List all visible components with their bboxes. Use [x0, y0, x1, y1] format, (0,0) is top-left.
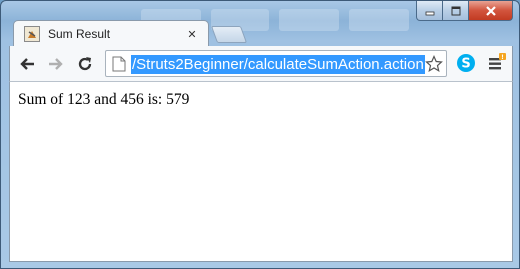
close-window-button[interactable]: [469, 1, 513, 21]
url-text[interactable]: /Struts2Beginner/calculateSumAction.acti…: [131, 55, 425, 74]
close-icon: [485, 5, 496, 16]
page-icon: [112, 56, 126, 72]
address-bar[interactable]: /Struts2Beginner/calculateSumAction.acti…: [105, 50, 447, 77]
reload-button[interactable]: [72, 51, 98, 77]
tab-title: Sum Result: [48, 27, 111, 41]
back-button[interactable]: [14, 51, 40, 77]
minimize-button[interactable]: [416, 1, 443, 21]
skype-icon: S: [457, 54, 475, 72]
minimize-icon: [425, 11, 434, 15]
sum-result-text: Sum of 123 and 456 is: 579: [18, 91, 190, 108]
hamburger-menu-icon: !: [489, 53, 506, 70]
page-favicon-icon: [24, 26, 40, 42]
forward-arrow-icon: [49, 58, 63, 70]
page-content: Sum of 123 and 456 is: 579: [9, 82, 513, 262]
svg-text:!: !: [501, 54, 504, 61]
browser-window: Sum Result ✕ /Struts2Beginner/calculateS…: [0, 0, 520, 269]
svg-text:S: S: [461, 57, 470, 72]
window-caption-buttons: [416, 1, 513, 21]
tab-sum-result[interactable]: Sum Result ✕: [13, 20, 209, 47]
star-icon: [425, 55, 443, 73]
reload-icon: [78, 57, 92, 71]
new-tab-button[interactable]: [210, 26, 248, 43]
tab-close-icon[interactable]: ✕: [184, 26, 200, 42]
maximize-icon: [451, 6, 460, 15]
back-arrow-icon: [20, 58, 34, 70]
bookmark-star-button[interactable]: [424, 54, 444, 74]
maximize-button[interactable]: [443, 1, 469, 21]
browser-toolbar: /Struts2Beginner/calculateSumAction.acti…: [9, 46, 513, 82]
skype-extension-button[interactable]: S: [456, 53, 476, 73]
forward-button[interactable]: [43, 51, 69, 77]
chrome-menu-button[interactable]: !: [486, 52, 508, 74]
